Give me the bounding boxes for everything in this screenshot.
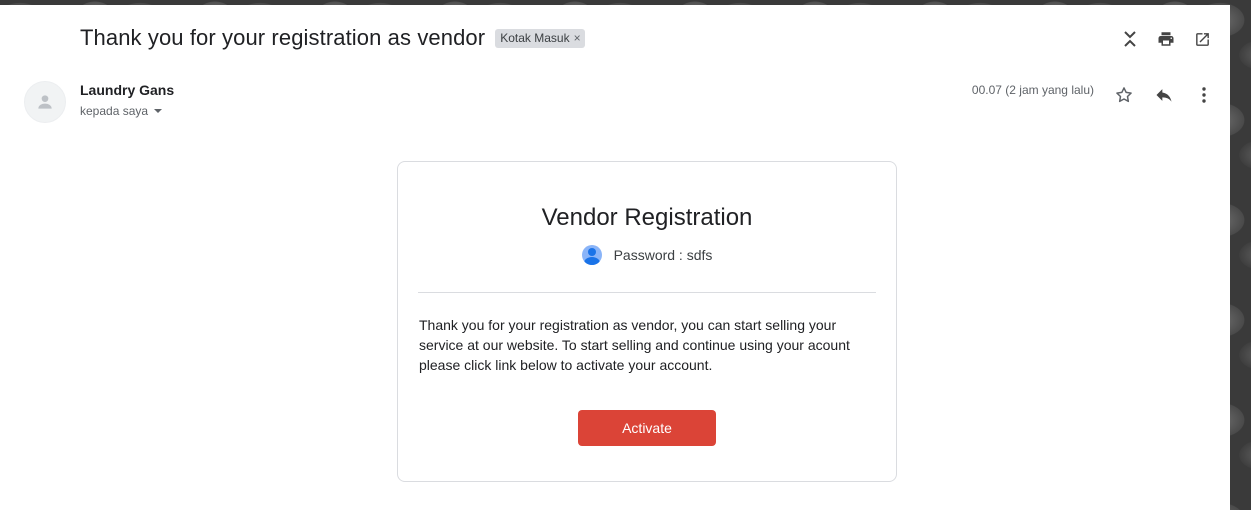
- recipient-details-toggle[interactable]: kepada saya: [80, 104, 163, 118]
- recipient-text: kepada saya: [80, 104, 149, 118]
- chevron-down-icon: [154, 109, 163, 113]
- email-view-panel: Thank you for your registration as vendo…: [0, 5, 1230, 510]
- user-avatar-icon: [581, 245, 602, 265]
- star-icon[interactable]: [1114, 85, 1134, 105]
- print-icon[interactable]: [1156, 29, 1176, 49]
- password-text: Password : sdfs: [613, 247, 713, 263]
- email-subject: Thank you for your registration as vendo…: [80, 25, 486, 50]
- sender-avatar[interactable]: [24, 81, 66, 123]
- collapse-all-icon[interactable]: [1120, 29, 1140, 49]
- email-body-card: Vendor Registration Password : sdfs Than…: [397, 161, 897, 482]
- inbox-label-chip[interactable]: Kotak Masuk ×: [495, 28, 585, 48]
- message-actions: [1114, 85, 1214, 105]
- card-title: Vendor Registration: [541, 204, 753, 231]
- thread-toolbar: [1120, 29, 1212, 49]
- open-in-new-window-icon[interactable]: [1192, 29, 1212, 49]
- activate-button[interactable]: Activate: [578, 410, 716, 446]
- card-divider: [418, 292, 876, 293]
- remove-label-icon[interactable]: ×: [574, 31, 581, 46]
- reply-icon[interactable]: [1154, 85, 1174, 105]
- subject-row: Thank you for your registration as vendo…: [80, 25, 585, 51]
- inbox-label-text: Kotak Masuk: [500, 30, 570, 45]
- password-row: Password : sdfs: [398, 245, 896, 265]
- email-timestamp: 00.07 (2 jam yang lalu): [971, 83, 1094, 97]
- sender-name[interactable]: Laundry Gans: [80, 82, 174, 98]
- more-vert-icon[interactable]: [1194, 85, 1214, 105]
- card-body-text: Thank you for your registration as vendo…: [419, 317, 850, 373]
- person-icon: [38, 95, 52, 109]
